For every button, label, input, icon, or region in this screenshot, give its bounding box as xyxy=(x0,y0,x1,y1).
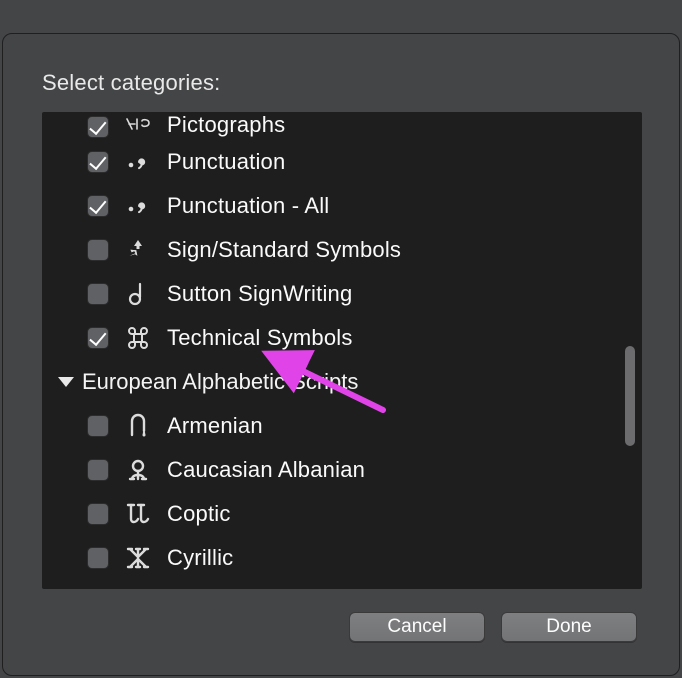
group-european-scripts[interactable]: European Alphabetic Scripts xyxy=(42,360,642,404)
checkbox-punctuation-all[interactable] xyxy=(87,195,109,217)
checkbox-pictographs[interactable] xyxy=(87,116,109,138)
category-row-cyrillic[interactable]: Cyrillic xyxy=(42,536,642,580)
category-label: Technical Symbols xyxy=(167,325,353,351)
checkbox-coptic[interactable] xyxy=(87,503,109,525)
category-label: Armenian xyxy=(167,413,263,439)
category-row-punctuation[interactable]: Punctuation xyxy=(42,140,642,184)
command-icon xyxy=(123,325,153,351)
category-list: Pictographs Punctuation Punctuation - Al… xyxy=(42,112,642,589)
category-label: Sutton SignWriting xyxy=(167,281,352,307)
checkbox-punctuation[interactable] xyxy=(87,151,109,173)
recycle-icon xyxy=(123,237,153,263)
category-label: Punctuation - All xyxy=(167,193,329,219)
category-label: Caucasian Albanian xyxy=(167,457,365,483)
category-row-coptic[interactable]: Coptic xyxy=(42,492,642,536)
dialog-title: Select categories: xyxy=(42,70,220,96)
coptic-icon xyxy=(123,501,153,527)
category-row-technical[interactable]: Technical Symbols xyxy=(42,316,642,360)
checkbox-caucasian-albanian[interactable] xyxy=(87,459,109,481)
caucasian-albanian-icon xyxy=(123,457,153,483)
armenian-icon xyxy=(123,413,153,439)
scrollbar[interactable] xyxy=(623,112,639,589)
category-label: Sign/Standard Symbols xyxy=(167,237,401,263)
category-label: Coptic xyxy=(167,501,231,527)
category-row-punctuation-all[interactable]: Punctuation - All xyxy=(42,184,642,228)
dialog-buttons: Cancel Done xyxy=(349,612,637,642)
cyrillic-icon xyxy=(123,545,153,571)
category-label: Cyrillic xyxy=(167,545,233,571)
category-row-caucasian-albanian[interactable]: Caucasian Albanian xyxy=(42,448,642,492)
done-button-label: Done xyxy=(546,616,591,638)
checkbox-armenian[interactable] xyxy=(87,415,109,437)
cancel-button[interactable]: Cancel xyxy=(349,612,485,642)
group-label: European Alphabetic Scripts xyxy=(82,369,358,395)
category-label: Punctuation xyxy=(167,149,285,175)
punctuation-icon xyxy=(123,193,153,219)
category-row-sutton[interactable]: Sutton SignWriting xyxy=(42,272,642,316)
scrollbar-thumb[interactable] xyxy=(625,346,635,446)
category-row-pictographs[interactable]: Pictographs xyxy=(42,112,642,140)
checkbox-cyrillic[interactable] xyxy=(87,547,109,569)
category-list-inner[interactable]: Pictographs Punctuation Punctuation - Al… xyxy=(42,112,642,589)
disclosure-triangle-icon[interactable] xyxy=(58,377,74,387)
category-row-armenian[interactable]: Armenian xyxy=(42,404,642,448)
cancel-button-label: Cancel xyxy=(387,616,446,638)
checkbox-sutton[interactable] xyxy=(87,283,109,305)
checkbox-sign-standard[interactable] xyxy=(87,239,109,261)
pictographs-icon xyxy=(123,112,153,138)
checkbox-technical[interactable] xyxy=(87,327,109,349)
dialog-window: Select categories: Pictographs Punctuati… xyxy=(2,33,680,676)
category-row-sign-standard[interactable]: Sign/Standard Symbols xyxy=(42,228,642,272)
category-label: Pictographs xyxy=(167,112,285,138)
sutton-icon xyxy=(123,281,153,307)
punctuation-icon xyxy=(123,149,153,175)
done-button[interactable]: Done xyxy=(501,612,637,642)
